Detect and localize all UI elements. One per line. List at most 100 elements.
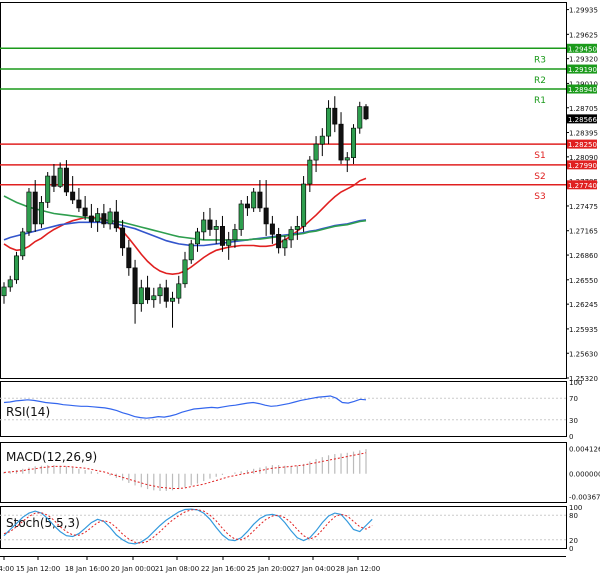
candle-down: [82, 207, 88, 217]
candle-up: [351, 127, 357, 158]
candle-up: [57, 167, 63, 187]
candle-up: [294, 226, 300, 230]
macd-label: MACD(12,26,9): [6, 450, 97, 464]
level-name-s3: S3: [534, 192, 545, 202]
candle-down: [88, 215, 94, 222]
candle-up: [138, 287, 144, 305]
candle-up: [38, 202, 44, 225]
candle-down: [132, 267, 138, 305]
price-tick-label: 1.25630: [569, 350, 598, 358]
stoch-tick-label: 80: [569, 512, 578, 520]
macd-tick-label: 0.000000: [569, 471, 600, 479]
candle-up: [26, 191, 32, 233]
candle-up: [45, 175, 51, 203]
stoch-tick-label: 20: [569, 537, 578, 545]
candle-down: [163, 287, 169, 302]
time-tick-label: 15 Jan 12:00: [16, 565, 60, 573]
level-name-r3: R3: [534, 55, 546, 65]
candle-down: [219, 226, 225, 246]
candle-up: [188, 243, 194, 261]
price-tick-label: 1.26550: [569, 277, 598, 285]
candle-down: [244, 203, 250, 209]
price-tick-label: 1.28705: [569, 105, 598, 113]
candle-down: [113, 211, 119, 229]
candle-up: [20, 231, 26, 257]
time-tick-label: 18 Jan 16:00: [65, 565, 109, 573]
stoch-tick-label: 0: [569, 545, 573, 553]
level-name-s1: S1: [534, 151, 545, 161]
price-tick-label: 1.29935: [569, 7, 598, 15]
time-tick-label: 20 Jan 00:00: [111, 565, 155, 573]
chart-background: [0, 0, 600, 582]
rsi-label: RSI(14): [6, 405, 50, 419]
candle-up: [182, 259, 188, 285]
candle-up: [288, 229, 294, 241]
candle-up: [226, 239, 232, 246]
price-tick-label: 1.25935: [569, 326, 598, 334]
rsi-tick-label: 100: [569, 379, 582, 387]
candle-up: [95, 213, 101, 222]
time-tick-label: 04:00: [0, 565, 14, 573]
candle-down: [276, 234, 282, 249]
candle-up: [301, 183, 307, 227]
candle-up: [313, 143, 319, 161]
rsi-tick-label: 30: [569, 417, 578, 425]
candle-up: [326, 107, 332, 137]
candle-up: [251, 191, 257, 209]
candle-up: [1, 286, 7, 297]
candle-down: [126, 247, 132, 269]
level-value-s1: 1.28250: [568, 141, 597, 149]
candle-down: [101, 213, 107, 225]
candle-down: [51, 175, 57, 187]
candle-down: [76, 199, 82, 209]
candle-up: [344, 157, 350, 161]
candle-up: [7, 279, 13, 288]
candle-up: [151, 295, 157, 301]
candle-down: [332, 107, 338, 125]
rsi-tick-label: 70: [569, 395, 578, 403]
level-name-s2: S2: [534, 172, 545, 182]
candle-up: [170, 297, 176, 302]
price-tick-label: 1.26245: [569, 301, 598, 309]
candle-up: [194, 231, 200, 245]
level-value-r1: 1.28940: [568, 86, 597, 94]
time-tick-label: 22 Jan 16:00: [201, 565, 245, 573]
candle-down: [269, 223, 275, 235]
price-tick-label: 1.29625: [569, 31, 598, 39]
candle-down: [363, 106, 369, 120]
level-name-r2: R2: [534, 76, 546, 86]
current-price-label: 1.28566: [568, 116, 597, 124]
candle-up: [307, 159, 313, 185]
candle-up: [107, 211, 113, 225]
level-value-r2: 1.29190: [568, 66, 597, 74]
macd-tick-label: -0.00367: [569, 493, 600, 501]
chart-canvas: 1.299351.296251.293201.290101.287051.283…: [0, 0, 600, 582]
candle-down: [120, 227, 126, 249]
level-name-r1: R1: [534, 96, 546, 106]
price-tick-label: 1.26860: [569, 252, 598, 260]
price-tick-label: 1.27165: [569, 228, 598, 236]
candle-up: [157, 287, 163, 297]
candle-down: [145, 287, 151, 301]
time-tick-label: 21 Jan 08:00: [155, 565, 199, 573]
time-tick-label: 27 Jan 04:00: [291, 565, 335, 573]
candle-down: [63, 167, 69, 193]
level-value-s2: 1.27990: [568, 162, 597, 170]
candle-up: [201, 219, 207, 233]
rsi-tick-label: 0: [569, 433, 573, 441]
level-value-r3: 1.29450: [568, 45, 597, 53]
macd-tick-label: 0.004126: [569, 445, 600, 453]
candle-up: [232, 229, 238, 241]
candle-down: [338, 123, 344, 161]
candle-up: [238, 203, 244, 230]
candle-down: [263, 207, 269, 225]
price-tick-label: 1.27475: [569, 203, 598, 211]
time-tick-label: 25 Jan 20:00: [247, 565, 291, 573]
candle-down: [207, 219, 213, 230]
candle-up: [13, 255, 19, 281]
stoch-tick-label: 100: [569, 504, 582, 512]
price-tick-label: 1.29320: [569, 56, 598, 64]
candle-up: [213, 226, 219, 230]
candle-down: [257, 191, 263, 209]
time-tick-label: 28 Jan 12:00: [336, 565, 380, 573]
